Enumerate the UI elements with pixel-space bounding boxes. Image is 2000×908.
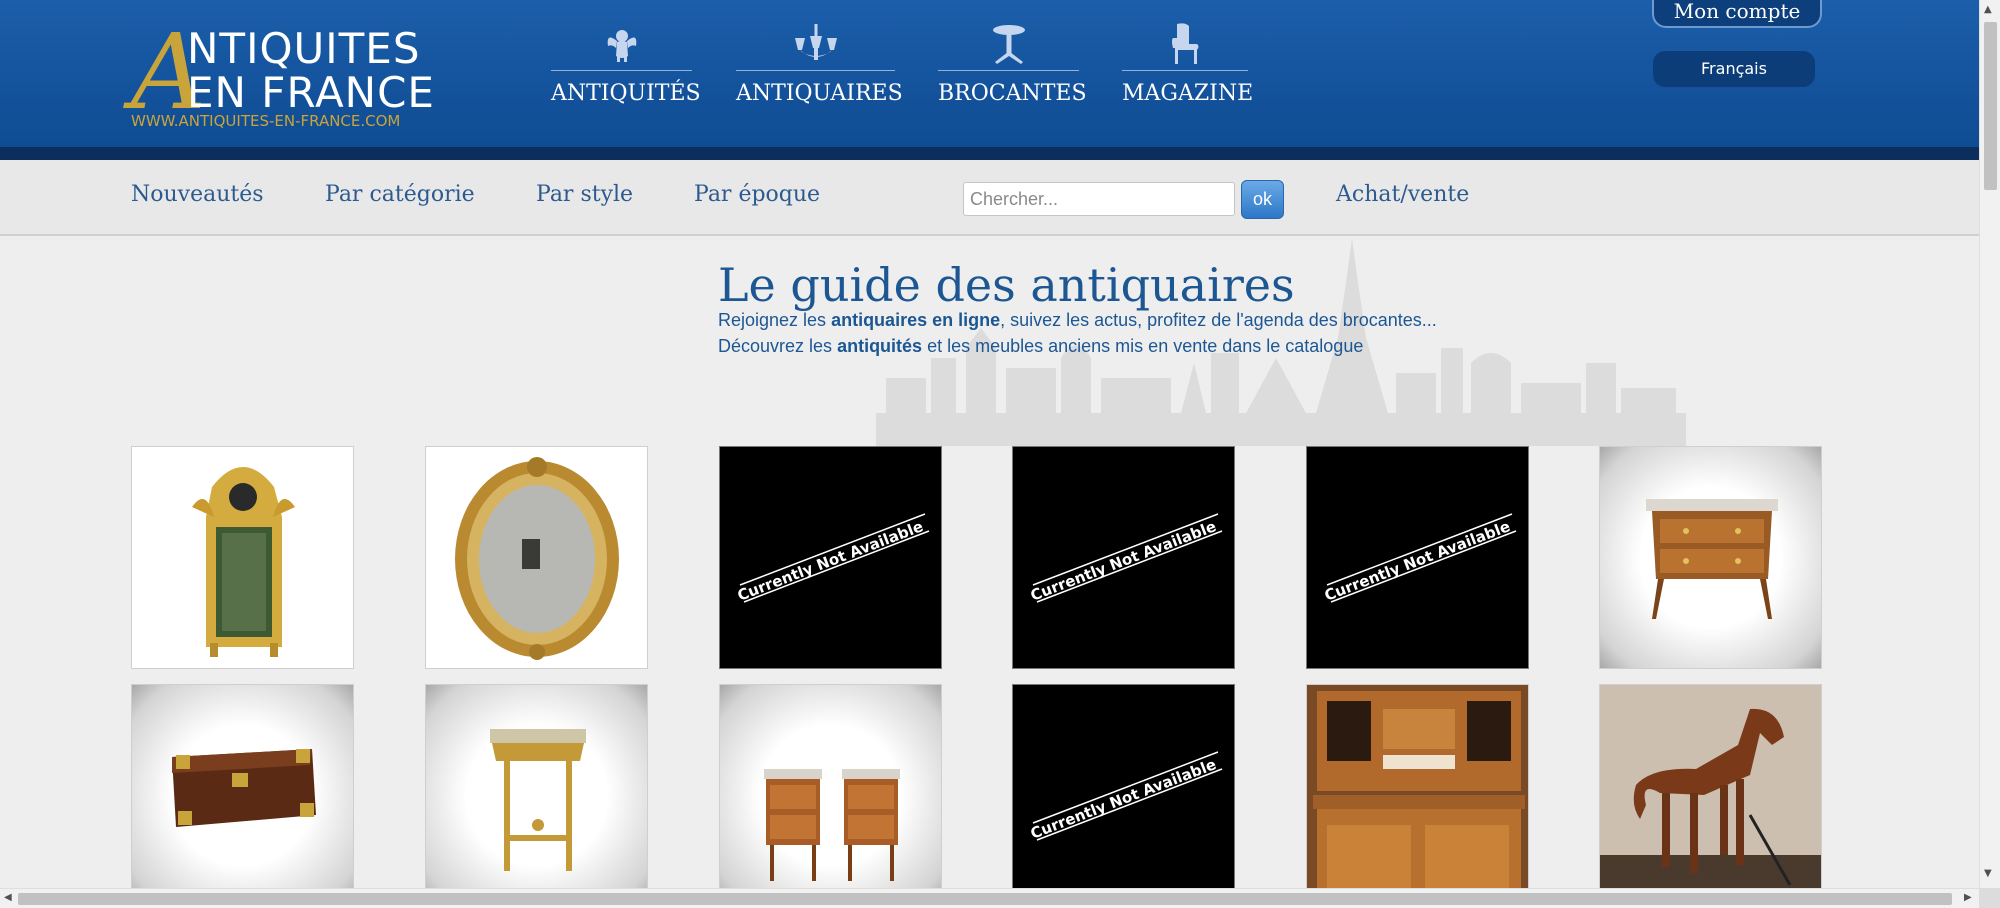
search-input[interactable] — [963, 182, 1235, 216]
subnav-par-categorie[interactable]: Par catégorie — [325, 182, 475, 207]
main-nav-brocantes[interactable]: BROCANTES — [938, 22, 1087, 112]
product-tile[interactable] — [719, 684, 942, 907]
language-selector[interactable]: Français — [1653, 51, 1815, 87]
carousel-horse-image — [1600, 685, 1821, 906]
nav-divider — [938, 70, 1079, 71]
cherub-icon — [607, 30, 636, 62]
gilded-mirror-image — [132, 447, 353, 668]
unavailable-placeholder: Currently Not Available — [1013, 447, 1234, 668]
unavailable-placeholder: Currently Not Available — [720, 447, 941, 668]
main-content: Le guide des antiquaires Rejoignez les a… — [0, 238, 1979, 907]
scroll-up-icon[interactable]: ▲ — [1984, 4, 1992, 15]
product-tile[interactable] — [425, 446, 648, 669]
hero-text-pre: Découvrez les — [718, 336, 838, 356]
subnav-achat-vente[interactable]: Achat/vente — [1336, 182, 1469, 207]
pedestal-table-icon — [992, 25, 1025, 64]
chandelier-icon — [794, 24, 837, 60]
hero-text-line-2: Découvrez les antiquités et les meubles … — [718, 336, 1363, 357]
scroll-down-icon[interactable]: ▼ — [1984, 868, 1992, 879]
main-nav-antiquaires[interactable]: ANTIQUAIRES — [736, 22, 903, 112]
horizontal-scroll-thumb[interactable] — [18, 893, 1952, 905]
product-tile-unavailable[interactable]: Currently Not Available — [719, 446, 942, 669]
page-title: Le guide des antiquaires — [718, 258, 1295, 312]
product-tile[interactable] — [131, 684, 354, 907]
account-button[interactable]: Mon compte — [1652, 0, 1822, 28]
logo-url: WWW.ANTIQUITES-EN-FRANCE.COM — [131, 112, 401, 130]
vertical-scroll-thumb[interactable] — [1984, 22, 1997, 190]
site-logo[interactable]: A NTIQUITES EN FRANCE WWW.ANTIQUITES-EN-… — [131, 20, 441, 132]
scroll-left-icon[interactable]: ◀ — [4, 892, 12, 903]
main-nav-label: BROCANTES — [938, 81, 1087, 106]
main-nav-label: ANTIQUITÉS — [551, 81, 701, 106]
product-tile-unavailable[interactable]: Currently Not Available — [1012, 684, 1235, 907]
hero-text-pre: Rejoignez les — [718, 310, 832, 330]
logo-line-1: NTIQUITES — [187, 24, 421, 73]
product-tile[interactable] — [1599, 446, 1822, 669]
subnav-par-epoque[interactable]: Par époque — [694, 182, 820, 207]
logo-line-2: EN FRANCE — [187, 68, 435, 117]
hero-text-post: , suivez les actus, profitez de l'agenda… — [1000, 310, 1437, 330]
product-tile[interactable] — [131, 446, 354, 669]
campaign-chest-image — [172, 749, 316, 827]
subnav-nouveautes[interactable]: Nouveautés — [131, 182, 264, 207]
scrollbar-corner — [1979, 888, 2000, 908]
armchair-icon — [1172, 23, 1199, 64]
nav-divider — [1122, 70, 1248, 71]
main-nav-antiquites[interactable]: ANTIQUITÉS — [551, 22, 701, 112]
hero-text-post: et les meubles anciens mis en vente dans… — [922, 336, 1364, 356]
hero-text-line-1: Rejoignez les antiquaires en ligne, suiv… — [718, 310, 1437, 331]
scroll-right-icon[interactable]: ▶ — [1964, 892, 1972, 903]
product-tile-unavailable[interactable]: Currently Not Available — [1012, 446, 1235, 669]
nav-divider — [736, 70, 895, 71]
product-tile-unavailable[interactable]: Currently Not Available — [1306, 446, 1529, 669]
vertical-scrollbar[interactable]: ▲ ▼ — [1979, 0, 2000, 888]
subnav-par-style[interactable]: Par style — [536, 182, 633, 207]
main-nav-magazine[interactable]: MAGAZINE — [1122, 22, 1254, 112]
nav-divider — [551, 70, 692, 71]
unavailable-placeholder: Currently Not Available — [1307, 447, 1528, 668]
site-header: A NTIQUITES EN FRANCE WWW.ANTIQUITES-EN-… — [0, 0, 1979, 160]
gilded-console-image — [490, 729, 586, 871]
hero-link-antiquaires[interactable]: antiquaires en ligne — [831, 310, 1000, 330]
main-nav-label: MAGAZINE — [1122, 81, 1254, 106]
product-tile[interactable] — [1599, 684, 1822, 907]
oak-buffet-image — [1307, 685, 1528, 906]
header-bottom-stripe — [0, 147, 1979, 160]
product-tile[interactable] — [425, 684, 648, 907]
main-nav-label: ANTIQUAIRES — [736, 81, 903, 106]
secondary-nav: Nouveautés Par catégorie Par style Par é… — [0, 160, 1979, 236]
horizontal-scrollbar[interactable]: ◀ ▶ — [0, 888, 1979, 908]
commode-image — [1646, 499, 1778, 619]
search-ok-button[interactable]: ok — [1241, 180, 1284, 219]
unavailable-placeholder: Currently Not Available — [1013, 685, 1234, 906]
oval-mirror-image — [426, 447, 647, 668]
hero-link-antiquites[interactable]: antiquités — [837, 336, 922, 356]
product-tile[interactable] — [1306, 684, 1529, 907]
bedside-tables-image — [764, 769, 900, 881]
